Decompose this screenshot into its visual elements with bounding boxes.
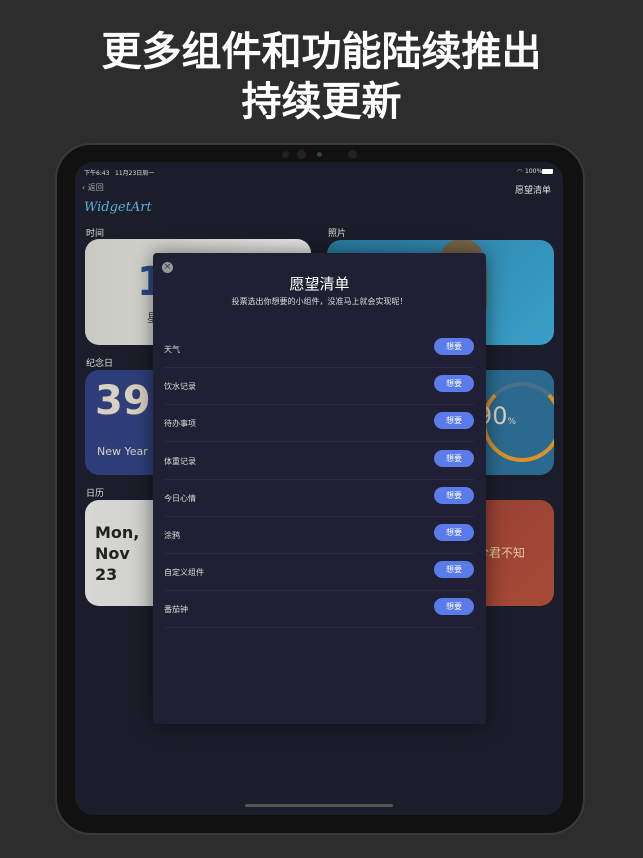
wish-item: 饮水记录 想要	[164, 368, 474, 406]
want-button[interactable]: 想要	[434, 412, 474, 430]
back-button[interactable]: ‹ 返回	[82, 182, 104, 193]
status-date: 11月23日周一	[115, 170, 155, 177]
wish-item: 今日心情 想要	[164, 480, 474, 517]
modal-subtitle: 投票选出你想要的小组件，没准马上就会实现呢！	[231, 297, 408, 306]
logo: WidgetArt	[84, 200, 152, 215]
headline-line1: 更多组件和功能陆续推出	[101, 29, 542, 75]
modal-title: 愿望清单	[289, 275, 350, 293]
wish-item-name: 天气	[164, 345, 180, 354]
wish-item: 自定义组件 想要	[164, 554, 474, 592]
camera-bar	[282, 150, 358, 160]
wish-item-name: 番茄钟	[164, 605, 188, 615]
progress-unit: %	[507, 417, 517, 427]
wifi-icon: ◠	[517, 168, 523, 175]
wish-item: 体重记录 想要	[164, 443, 474, 480]
headline-line2: 持续更新	[241, 79, 402, 125]
section-anniversary: 纪念日	[86, 359, 114, 369]
section-calendar: 日历	[86, 489, 105, 499]
anniv-number: 39	[95, 378, 151, 424]
want-button[interactable]: 想要	[434, 375, 474, 393]
battery-text: 100%	[525, 168, 543, 175]
wish-item-name: 自定义组件	[164, 568, 204, 578]
wish-item-name: 涂鸦	[164, 531, 180, 540]
wish-item: 天气 想要	[164, 331, 474, 368]
back-label: 返回	[87, 183, 104, 192]
home-indicator[interactable]	[245, 804, 393, 807]
wish-item: 番茄钟 想要	[164, 591, 474, 629]
want-button[interactable]: 想要	[434, 449, 474, 467]
wish-item: 涂鸦 想要	[164, 517, 474, 554]
want-button[interactable]: 想要	[434, 524, 474, 541]
anniv-label: New Year	[97, 445, 148, 458]
close-icon[interactable]: ×	[162, 262, 173, 273]
wish-item-name: 今日心情	[164, 493, 196, 503]
section-time: 时间	[86, 229, 105, 239]
want-button[interactable]: 想要	[434, 561, 474, 579]
wish-item: 待办事项 想要	[164, 405, 474, 443]
want-button[interactable]: 想要	[434, 486, 474, 504]
section-photo: 照片	[328, 229, 347, 239]
want-button[interactable]: 想要	[434, 338, 474, 355]
wish-item-name: 饮水记录	[164, 382, 196, 392]
calendar-month: Nov	[95, 544, 130, 563]
status-time: 下午6:43	[84, 170, 110, 177]
wish-item-name: 待办事项	[164, 419, 196, 429]
calendar-day: 23	[95, 565, 118, 584]
wish-item-name: 体重记录	[164, 456, 196, 466]
wishlist-modal: × 愿望清单 投票选出你想要的小组件，没准马上就会实现呢！ 天气 想要 饮水记录 想要…	[153, 253, 486, 724]
want-button[interactable]: 想要	[434, 598, 474, 616]
calendar-weekday: Mon,	[95, 523, 140, 542]
nav-title[interactable]: 愿望清单	[515, 183, 551, 196]
battery-icon	[542, 169, 553, 174]
